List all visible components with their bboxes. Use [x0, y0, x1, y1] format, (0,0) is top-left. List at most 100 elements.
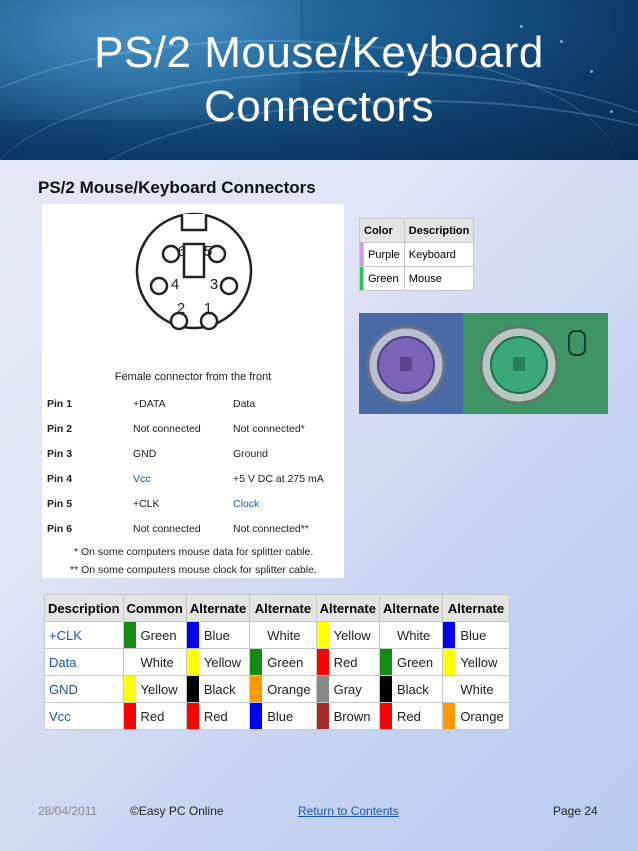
mini-din-connector-diagram: 6 5 4 3 2 1	[135, 212, 253, 331]
keyboard-port-key	[400, 357, 412, 371]
pin-description-link[interactable]: Clock	[233, 491, 324, 516]
pin-description: +5 V DC at 275 mA	[233, 472, 324, 485]
pin-4-hole	[149, 276, 169, 296]
table-row: Pin 3 GND Ground	[47, 441, 324, 466]
wire-color: Green	[262, 648, 317, 676]
pinout-panel: 6 5 4 3 2 1 Female connector from the fr…	[42, 204, 344, 578]
footer-link-wrap: Return to Contents	[298, 804, 399, 818]
pin-number: 4	[171, 276, 179, 293]
pin-label: Pin 4	[47, 472, 73, 485]
wire-swatch	[378, 702, 392, 730]
footnote: ** On some computers mouse clock for spl…	[70, 564, 317, 576]
wire-swatch	[315, 675, 329, 703]
wire-color: Red	[391, 702, 444, 730]
pin-label: Pin 5	[47, 497, 73, 510]
wire-color: White	[262, 621, 317, 649]
color-description: Keyboard	[403, 242, 475, 267]
signal-link[interactable]: Data	[44, 648, 124, 676]
wire-color: Yellow	[328, 621, 380, 649]
table-row: Pin 5 +CLK Clock	[47, 491, 324, 516]
wire-swatch	[122, 702, 136, 730]
pin-number: 3	[210, 276, 218, 293]
pin-6-hole	[161, 244, 181, 264]
table-row: Pin 2 Not connected Not connected*	[47, 416, 324, 441]
mouse-port-key	[513, 357, 525, 371]
wire-swatch	[442, 621, 456, 649]
pin-description: Not connected**	[233, 522, 309, 535]
return-to-contents-link[interactable]: Return to Contents	[298, 804, 399, 818]
title-banner: PS/2 Mouse/Keyboard Connectors	[0, 0, 638, 160]
wire-color: Black	[198, 675, 251, 703]
page-title: PS/2 Mouse/Keyboard Connectors	[0, 26, 638, 134]
wire-color: Red	[328, 648, 380, 676]
column-header: Description	[403, 218, 475, 243]
wire-color: White	[455, 675, 510, 703]
column-header: Alternate	[185, 594, 251, 622]
table-row: Purple Keyboard	[359, 242, 475, 267]
wire-color: Green	[391, 648, 444, 676]
page-title-line2: Connectors	[203, 82, 434, 131]
ports-illustration	[359, 313, 608, 414]
signal-link[interactable]: +CLK	[44, 621, 124, 649]
section-heading: PS/2 Mouse/Keyboard Connectors	[38, 178, 316, 197]
table-row: GND Yellow Black Orange Gray Black White	[44, 675, 510, 703]
wire-color: Yellow	[455, 648, 510, 676]
footnote: * On some computers mouse data for split…	[74, 546, 314, 558]
wire-color: Red	[198, 702, 251, 730]
column-header: Alternate	[249, 594, 317, 622]
pin-description: Data	[233, 397, 256, 410]
wire-swatch	[122, 675, 136, 703]
wire-color-table: Description Common Alternate Alternate A…	[44, 594, 510, 730]
pin-signal: Not connected	[133, 422, 201, 435]
column-header: Alternate	[315, 594, 380, 622]
table-header-row: Description Common Alternate Alternate A…	[44, 594, 510, 622]
table-row: Pin 1 +DATA Data	[47, 391, 324, 416]
signal-link[interactable]: GND	[44, 675, 124, 703]
footer-date: 28/04/2011	[38, 804, 98, 818]
color-name: Green	[363, 266, 405, 291]
wire-color: Blue	[262, 702, 317, 730]
pin-label: Pin 1	[47, 397, 73, 410]
signal-link[interactable]: Vcc	[44, 702, 124, 730]
wire-swatch	[442, 648, 456, 676]
wire-color: Brown	[328, 702, 380, 730]
wire-color: Blue	[198, 621, 251, 649]
wire-color: Black	[391, 675, 444, 703]
pin-description: Ground	[233, 447, 269, 460]
ps2-ports-photo	[359, 313, 608, 414]
pin-number: 6	[178, 243, 186, 260]
wire-color: White	[391, 621, 444, 649]
connector-key-notch	[183, 214, 205, 230]
pin-description: Not connected*	[233, 422, 305, 435]
wire-color: Yellow	[198, 648, 251, 676]
wire-color: Orange	[262, 675, 317, 703]
column-header: Description	[44, 594, 124, 622]
wire-swatch	[249, 675, 263, 703]
wire-swatch	[442, 675, 456, 703]
wire-swatch	[378, 675, 392, 703]
wire-color: Yellow	[135, 675, 187, 703]
wire-swatch	[442, 702, 456, 730]
pin-signal: GND	[133, 447, 157, 460]
wire-color: White	[135, 648, 187, 676]
pin-3-hole	[219, 276, 239, 296]
column-header: Alternate	[442, 594, 510, 622]
table-row: +CLK Green Blue White Yellow White Blue	[44, 621, 510, 649]
wire-swatch	[315, 648, 329, 676]
wire-swatch	[249, 621, 263, 649]
color-description: Mouse	[403, 266, 475, 291]
pin-signal-link[interactable]: Vcc	[133, 466, 233, 491]
wire-color: Red	[135, 702, 187, 730]
table-row: Vcc Red Red Blue Brown Red Orange	[44, 702, 510, 730]
connector-center-key	[182, 242, 206, 279]
wire-swatch	[122, 648, 136, 676]
pinout-table: Pin 1 +DATA Data Pin 2 Not connected Not…	[47, 391, 324, 541]
port-color-legend: Color Description Purple Keyboard Green …	[359, 218, 475, 291]
table-header-row: Color Description	[359, 218, 475, 243]
wire-swatch	[185, 702, 199, 730]
wire-swatch	[185, 648, 199, 676]
wire-swatch	[185, 621, 199, 649]
table-row: Pin 6 Not connected Not connected**	[47, 516, 324, 541]
column-header: Alternate	[378, 594, 444, 622]
pin-signal: Not connected	[133, 522, 201, 535]
